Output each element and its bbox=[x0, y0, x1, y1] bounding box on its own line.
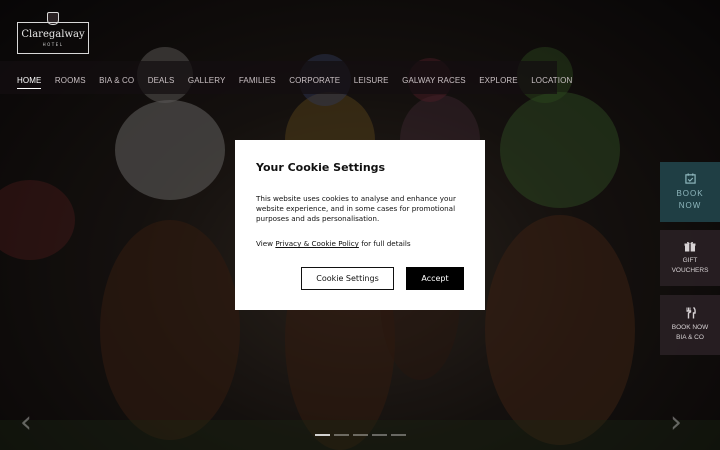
hotel-logo[interactable]: Claregalway HOTEL bbox=[17, 12, 89, 54]
cookie-settings-button[interactable]: Cookie Settings bbox=[301, 267, 394, 290]
slider-dot[interactable] bbox=[372, 434, 387, 436]
cookie-buttons: Cookie Settings Accept bbox=[301, 267, 464, 290]
nav-item-explore[interactable]: EXPLORE bbox=[479, 66, 518, 89]
gift-icon bbox=[684, 241, 696, 251]
gift-label-2: VOUCHERS bbox=[671, 266, 709, 274]
nav-item-deals[interactable]: DEALS bbox=[148, 66, 175, 89]
calendar-icon bbox=[684, 172, 696, 184]
cookie-view-prefix: View bbox=[256, 239, 276, 248]
slider-dots bbox=[315, 434, 406, 436]
slider-prev-arrow-icon[interactable]: ‹ bbox=[20, 408, 32, 438]
slider-dot[interactable] bbox=[391, 434, 406, 436]
bia-label-1: BOOK NOW bbox=[671, 324, 709, 331]
cookie-dialog-title: Your Cookie Settings bbox=[256, 161, 386, 174]
book-now-label-2: NOW bbox=[678, 200, 702, 210]
nav-item-leisure[interactable]: LEISURE bbox=[354, 66, 389, 89]
cookie-dialog: Your Cookie Settings This website uses c… bbox=[235, 140, 485, 310]
slider-next-arrow-icon[interactable]: › bbox=[670, 408, 682, 438]
book-bia-button[interactable]: BOOK NOW BIA & CO bbox=[660, 295, 720, 355]
book-now-button[interactable]: BOOK NOW bbox=[660, 162, 720, 222]
nav-item-families[interactable]: FAMILIES bbox=[239, 66, 276, 89]
slider-dot[interactable] bbox=[334, 434, 349, 436]
cookie-view-suffix: for full details bbox=[358, 239, 411, 248]
main-nav: HOME ROOMS BIA & CO DEALS GALLERY FAMILI… bbox=[0, 61, 572, 94]
nav-item-galway-races[interactable]: GALWAY RACES bbox=[402, 66, 466, 89]
nav-item-home[interactable]: HOME bbox=[17, 66, 42, 89]
nav-item-gallery[interactable]: GALLERY bbox=[188, 66, 225, 89]
slider-dot[interactable] bbox=[315, 434, 330, 436]
nav-item-rooms[interactable]: ROOMS bbox=[55, 66, 86, 89]
cookie-dialog-body: This website uses cookies to analyse and… bbox=[256, 194, 456, 223]
logo-name: Claregalway bbox=[21, 29, 85, 40]
nav-item-bia-co[interactable]: BIA & CO bbox=[99, 66, 134, 89]
book-now-label-1: BOOK bbox=[676, 188, 704, 198]
gift-label-1: GIFT bbox=[682, 256, 698, 264]
nav-item-location[interactable]: LOCATION bbox=[531, 66, 572, 89]
nav-item-corporate[interactable]: CORPORATE bbox=[289, 66, 340, 89]
cookie-policy-line: View Privacy & Cookie Policy for full de… bbox=[256, 239, 464, 249]
accept-button[interactable]: Accept bbox=[406, 267, 464, 290]
logo-subtitle: HOTEL bbox=[42, 42, 64, 47]
slider-dot[interactable] bbox=[353, 434, 368, 436]
bia-label-2: BIA & CO bbox=[676, 334, 704, 341]
gift-vouchers-button[interactable]: GIFT VOUCHERS bbox=[660, 230, 720, 286]
cutlery-icon bbox=[686, 307, 696, 319]
privacy-cookie-policy-link[interactable]: Privacy & Cookie Policy bbox=[275, 239, 359, 248]
